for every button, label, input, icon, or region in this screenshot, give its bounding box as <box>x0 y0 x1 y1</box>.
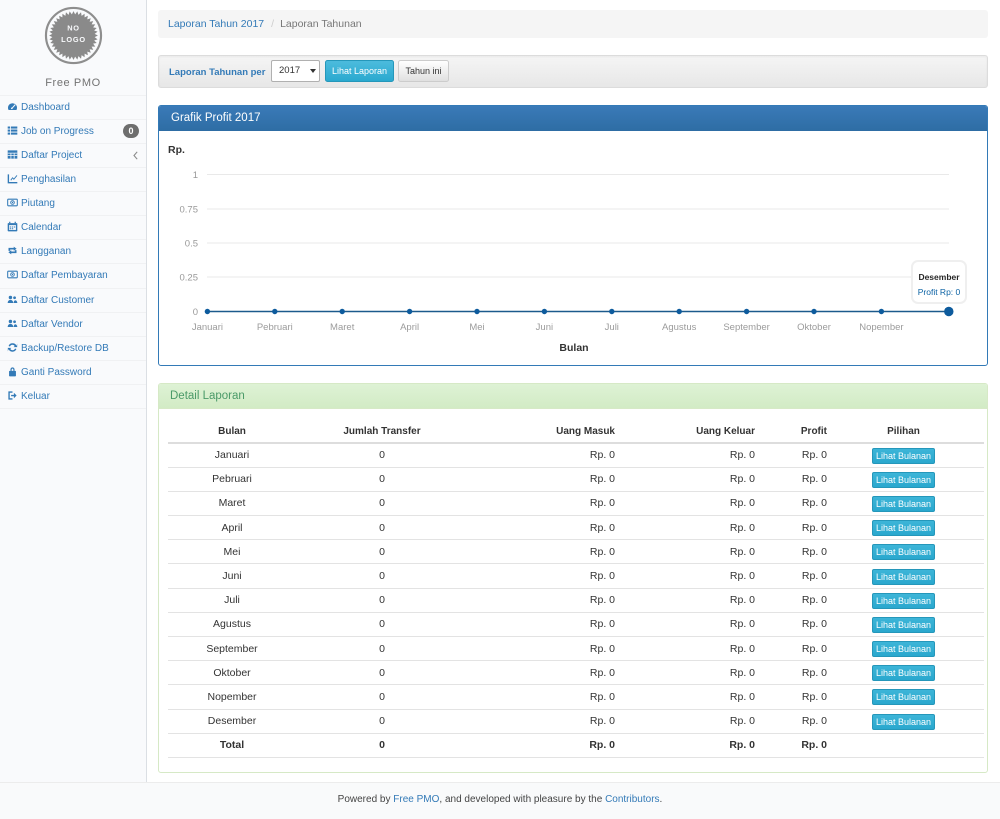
svg-text:September: September <box>723 322 769 333</box>
svg-text:Januari: Januari <box>192 322 223 333</box>
svg-text:LOGO: LOGO <box>61 35 86 44</box>
svg-text:Juli: Juli <box>605 322 619 333</box>
svg-text:Nopember: Nopember <box>859 322 903 333</box>
svg-text:Bulan: Bulan <box>559 342 588 354</box>
svg-text:1: 1 <box>193 170 198 181</box>
svg-text:NO: NO <box>67 24 80 33</box>
svg-text:Rp.: Rp. <box>168 144 185 156</box>
svg-text:Mei: Mei <box>469 322 484 333</box>
svg-text:Pebruari: Pebruari <box>257 322 293 333</box>
svg-text:Desember: Desember <box>918 272 960 282</box>
svg-text:0.75: 0.75 <box>180 205 199 216</box>
svg-text:0.5: 0.5 <box>185 239 198 250</box>
svg-text:Juni: Juni <box>536 322 553 333</box>
svg-text:Oktober: Oktober <box>797 322 831 333</box>
svg-text:0: 0 <box>193 307 198 318</box>
svg-text:Agustus: Agustus <box>662 322 697 333</box>
svg-text:Maret: Maret <box>330 322 355 333</box>
svg-text:Profit Rp: 0: Profit Rp: 0 <box>918 287 961 297</box>
svg-text:0.25: 0.25 <box>180 273 199 284</box>
svg-text:April: April <box>400 322 419 333</box>
